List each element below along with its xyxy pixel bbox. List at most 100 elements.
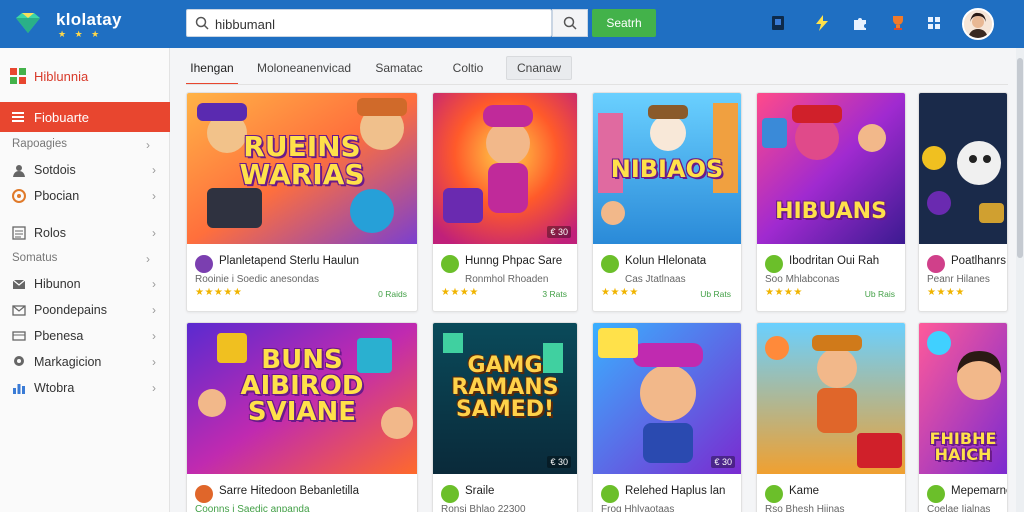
game-thumbnail [757,323,905,474]
rating-stars: ★★★★ [441,287,479,298]
game-card[interactable]: RUEINS WARIAS Planletapend Sterlu Haulun … [186,92,418,312]
card-info: Sarre Hitedoon Bebanletilla Coonns i Sae… [187,474,417,512]
lightning-icon[interactable] [812,13,832,33]
sidebar-item-poondepains[interactable]: Poondepains › [0,298,170,322]
game-subtitle: Soo Mhlabconas [765,274,840,285]
game-art-title: RUEINS WARIAS [239,130,365,191]
card-info: Ibodritan Oui Rah Soo Mhlabconas ★★★★ Ub… [757,244,905,304]
game-icon [195,485,213,503]
chevron-right-icon: › [152,303,156,317]
game-thumbnail: HIBUANS [757,93,905,244]
card-info: Kolun Hlelonata Cas Jtatlnaas ★★★★ Ub Ra… [593,244,741,304]
bookmark-icon[interactable] [768,13,788,33]
sidebar-item-rolos[interactable]: Rolos › [0,221,170,245]
user-avatar[interactable] [962,8,994,40]
game-title[interactable]: Sarre Hitedoon Bebanletilla [219,485,359,497]
card-info: Hunng Phpac Sare Ronmhol Rhoaden ★★★★ 3 … [433,244,577,304]
chevron-right-icon: › [152,355,156,369]
game-title[interactable]: Kolun Hlelonata [625,255,706,267]
search-input[interactable] [215,15,535,33]
game-title[interactable]: Kame [789,485,819,497]
search-icon-button[interactable] [552,9,588,37]
card-info: Relehed Haplus lan Frog Hhlyaotaas [593,474,741,512]
scrollbar-thumb[interactable] [1017,58,1023,258]
user-icon [13,165,25,177]
game-art-title: NIBIAOS [610,155,724,183]
game-thumbnail: FHIBHE HAICH [919,323,1007,474]
site-logo[interactable]: klolatay ★ ★ ★ [10,6,160,42]
game-card[interactable]: HIBUANS Ibodritan Oui Rah Soo Mhlabconas… [756,92,906,312]
sidebar-item-markagicion[interactable]: Markagicion › [0,350,170,374]
game-thumbnail: BUNS AIBIROD SVIANE [187,323,417,474]
sidebar-item-active[interactable]: Fiobuarte [0,102,170,132]
game-title[interactable]: Mepemarne [951,485,1007,497]
sidebar-item-hibunon[interactable]: Hibunon › [0,272,170,296]
card-info: Planletapend Sterlu Haulun Rooinie i Soe… [187,244,417,304]
game-subtitle: Peanr Hilanes [927,274,990,285]
game-art-title: GAMG RAMANS SAMED! [451,353,559,422]
sidebar-section-somatus[interactable]: Somatus › [12,252,150,266]
chevron-right-icon: › [152,329,156,343]
sidebar-item-pbenesa[interactable]: Pbenesa › [0,324,170,348]
price-tag: € 30 [547,456,571,468]
chevron-right-icon: › [146,138,150,152]
game-card[interactable]: NIBIAOS Kolun Hlelonata Cas Jtatlnaas ★★… [592,92,742,312]
chevron-right-icon: › [152,189,156,203]
tab-moloneanenvicad[interactable]: Moloneanenvicad [257,56,351,80]
game-title[interactable]: Hunng Phpac Sare [465,255,562,267]
game-card[interactable]: Kame Rso Bhesh Hiinas [756,322,906,512]
brand-stars: ★ ★ ★ [58,29,103,39]
tab-samatac[interactable]: Samatac [375,56,422,80]
game-icon [765,485,783,503]
game-thumbnail: NIBIAOS [593,93,741,244]
search-box[interactable] [186,9,552,37]
game-card[interactable]: Poatlhanrs Peanr Hilanes ★★★★ [918,92,1008,312]
tab-coltio[interactable]: Coltio [448,56,488,80]
search-button[interactable]: Seatrh [592,9,656,37]
circle-icon [12,189,26,203]
game-icon [601,485,619,503]
game-subtitle: Ronmhol Rhoaden [465,274,549,285]
game-thumbnail: GAMG RAMANS SAMED! € 30 [433,323,577,474]
game-card[interactable]: FHIBHE HAICH Mepemarne Coelae Iialnas [918,322,1008,512]
chevron-right-icon: › [152,163,156,177]
game-icon [601,255,619,273]
rating-stars: ★★★★ [765,287,803,298]
gem-logo-icon [16,13,40,33]
category-logo-icon [10,68,26,84]
game-title[interactable]: Sraile [465,485,494,497]
mail-icon [12,279,26,289]
game-title[interactable]: Ibodritan Oui Rah [789,255,879,267]
sidebar-item-pbocian[interactable]: Pbocian › [0,184,170,208]
sidebar-section-rapoagies[interactable]: Rapoagies › [12,138,150,152]
game-card[interactable]: € 30 Relehed Haplus lan Frog Hhlyaotaas [592,322,742,512]
tab-ihengan[interactable]: Ihengan [186,56,238,85]
game-card[interactable]: BUNS AIBIROD SVIANE Sarre Hitedoon Bebanle… [186,322,418,512]
game-thumbnail: RUEINS WARIAS [187,93,417,244]
trophy-icon[interactable] [888,13,908,33]
puzzle-icon[interactable] [850,13,870,33]
rating-stars: ★★★★★ [195,287,243,298]
game-icon [927,485,945,503]
game-title[interactable]: Planletapend Sterlu Haulun [219,255,359,267]
card-info: Sraile Ronsi Bhlao 22300 [433,474,577,512]
card-info: Poatlhanrs Peanr Hilanes ★★★★ [919,244,1007,304]
sidebar-brand[interactable]: Hiblunnia [10,68,88,84]
tab-cnanaw[interactable]: Cnanaw [506,56,572,80]
game-thumbnail: € 30 [593,323,741,474]
price-tag: € 30 [547,226,571,238]
game-card[interactable]: € 30 Hunng Phpac Sare Ronmhol Rhoaden ★★… [432,92,578,312]
sidebar-item-sotdois[interactable]: Sotdois › [0,158,170,182]
grid-menu-icon[interactable] [924,13,944,33]
pin-icon [14,356,24,366]
price-tag: € 30 [711,456,735,468]
game-title[interactable]: Poatlhanrs [951,255,1006,267]
page-scrollbar[interactable] [1016,48,1024,512]
game-title[interactable]: Relehed Haplus lan [625,485,725,497]
game-icon [441,485,459,503]
top-header: klolatay ★ ★ ★ Seatrh [0,0,1024,48]
rating-badge: Ub Rats [700,289,731,299]
game-card[interactable]: GAMG RAMANS SAMED! € 30 Sraile Ronsi Bhlao… [432,322,578,512]
chevron-right-icon: › [146,252,150,266]
sidebar-item-wtobra[interactable]: Wtobra › [0,376,170,400]
